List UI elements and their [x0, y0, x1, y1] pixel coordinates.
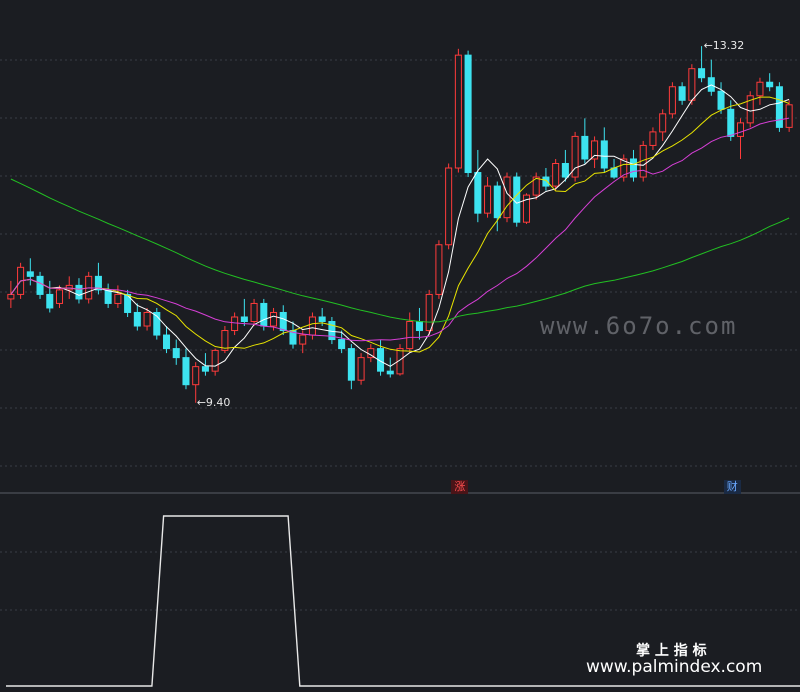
candle — [26, 271, 34, 277]
candle — [172, 348, 180, 359]
candle — [649, 131, 657, 146]
candle — [600, 140, 608, 169]
candle — [425, 293, 433, 332]
candle — [260, 302, 268, 327]
candle — [785, 104, 793, 128]
candle — [659, 113, 667, 133]
candle — [386, 370, 394, 375]
candle — [629, 158, 637, 178]
candle — [552, 162, 560, 187]
candle — [75, 284, 83, 300]
candle — [318, 316, 326, 323]
candle — [240, 316, 248, 323]
candle — [561, 162, 569, 178]
candle — [192, 366, 200, 386]
candle — [55, 289, 64, 304]
candle — [36, 275, 44, 295]
candle — [201, 366, 209, 372]
candle — [104, 289, 112, 304]
candle — [454, 54, 462, 169]
candles — [7, 46, 793, 403]
candle — [775, 86, 783, 128]
candle — [435, 244, 443, 295]
candle — [231, 316, 239, 332]
candle — [717, 90, 725, 110]
candle — [7, 293, 15, 300]
candle — [698, 68, 706, 79]
candle — [668, 86, 676, 115]
low-price-label: ←9.40 — [196, 395, 231, 409]
candle — [415, 321, 423, 332]
high-price-label: ←13.32 — [703, 39, 745, 53]
candle — [503, 176, 511, 219]
candle — [493, 185, 501, 219]
candle — [347, 348, 355, 381]
candle — [114, 293, 122, 304]
brand-url: www.palmindex.com — [586, 657, 763, 677]
candle — [143, 311, 151, 327]
kline-chart — [0, 46, 800, 687]
candle — [445, 167, 453, 246]
candle — [591, 140, 599, 160]
candle — [736, 122, 745, 137]
candle — [484, 185, 492, 214]
candle — [727, 108, 735, 137]
watermark: www.6o7o.com — [540, 312, 738, 340]
candle — [678, 86, 686, 101]
candle — [464, 54, 472, 174]
candle — [357, 357, 365, 381]
candle — [250, 302, 258, 323]
candle — [542, 176, 550, 187]
candle — [513, 176, 521, 223]
candle — [182, 357, 190, 386]
candle — [308, 316, 316, 336]
candle — [299, 334, 307, 345]
event-marker-zhang[interactable]: 涨 — [451, 480, 469, 494]
candle — [474, 172, 482, 214]
candle — [766, 81, 774, 88]
candle — [133, 311, 141, 327]
candle — [581, 135, 589, 160]
candle — [163, 334, 171, 350]
candle — [211, 349, 219, 372]
candle — [46, 293, 54, 309]
event-marker-cai[interactable]: 财 — [723, 480, 741, 494]
chart-root: ←13.32 ←9.40 涨 财 www.6o7o.com 掌 上 指 标 ww… — [0, 0, 800, 692]
candle — [338, 339, 346, 350]
candle — [756, 81, 764, 97]
candle — [688, 68, 696, 101]
candle — [270, 311, 278, 327]
low-arrow-icon: ← — [196, 395, 206, 409]
candle — [279, 311, 287, 332]
candle — [406, 321, 414, 350]
high-arrow-icon: ← — [703, 39, 713, 53]
